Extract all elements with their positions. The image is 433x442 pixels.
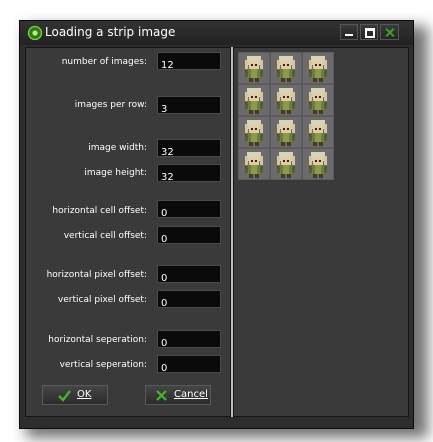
ok-label: OK — [77, 389, 92, 400]
vertical-pixel-offset-input[interactable] — [158, 295, 220, 312]
vertical-pixel-offset-label: vertical pixel offset: — [57, 295, 147, 305]
cross-icon — [156, 390, 167, 401]
title-bar[interactable]: Loading a strip image — [20, 21, 413, 45]
window-title: Loading a strip image — [45, 25, 176, 39]
cancel-button[interactable]: Cancel — [145, 385, 211, 405]
preview-panel — [233, 47, 409, 417]
sprite-frame — [302, 116, 334, 148]
settings-panel: number of images: images per row: image … — [25, 47, 231, 417]
dialog-window: Loading a strip image number of images: … — [19, 20, 414, 429]
horizontal-cell-offset-field[interactable] — [157, 200, 221, 222]
horizontal-pixel-offset-input[interactable] — [158, 270, 220, 287]
sprite-frame — [302, 84, 334, 116]
horizontal-seperation-field[interactable] — [157, 330, 221, 352]
image-height-input[interactable] — [158, 169, 220, 186]
images-per-row-field[interactable] — [157, 96, 221, 118]
cancel-label: Cancel — [174, 389, 208, 400]
vertical-cell-offset-input[interactable] — [158, 231, 220, 248]
image-width-input[interactable] — [158, 144, 220, 161]
maximize-button[interactable] — [360, 24, 378, 40]
checkmark-icon — [58, 390, 71, 402]
ok-button[interactable]: OK — [42, 385, 108, 405]
sprite-frame — [270, 116, 302, 148]
sprite-frame — [302, 148, 334, 180]
image-height-label: image height: — [84, 168, 147, 178]
image-width-label: image width: — [88, 143, 147, 153]
vertical-pixel-offset-field[interactable] — [157, 290, 221, 312]
vertical-seperation-label: vertical seperation: — [59, 360, 147, 370]
sprite-frame — [238, 116, 270, 148]
images-per-row-input[interactable] — [158, 101, 220, 118]
number-of-images-field[interactable] — [157, 52, 221, 74]
image-height-field[interactable] — [157, 164, 221, 186]
sprite-frame — [270, 84, 302, 116]
sprite-frame — [270, 52, 302, 84]
horizontal-pixel-offset-label: horizontal pixel offset: — [46, 270, 147, 280]
image-width-field[interactable] — [157, 139, 221, 161]
horizontal-cell-offset-label: horizontal cell offset: — [52, 206, 147, 216]
vertical-seperation-field[interactable] — [157, 355, 221, 377]
sprite-frame — [238, 52, 270, 84]
horizontal-cell-offset-input[interactable] — [158, 205, 220, 222]
vertical-cell-offset-field[interactable] — [157, 226, 221, 248]
horizontal-seperation-label: horizontal seperation: — [48, 335, 147, 345]
vertical-seperation-input[interactable] — [158, 360, 220, 377]
app-icon — [27, 25, 43, 41]
vertical-cell-offset-label: vertical cell offset: — [63, 231, 147, 241]
horizontal-pixel-offset-field[interactable] — [157, 265, 221, 287]
images-per-row-label: images per row: — [74, 100, 147, 110]
number-of-images-label: number of images: — [61, 57, 147, 67]
minimize-button[interactable] — [340, 24, 358, 40]
sprite-frame — [302, 52, 334, 84]
sprite-frame — [238, 148, 270, 180]
horizontal-seperation-input[interactable] — [158, 335, 220, 352]
sprite-frame — [238, 84, 270, 116]
sprite-frame — [270, 148, 302, 180]
number-of-images-input[interactable] — [158, 57, 220, 74]
sprite-strip-preview — [238, 52, 334, 180]
close-button[interactable] — [380, 24, 399, 40]
